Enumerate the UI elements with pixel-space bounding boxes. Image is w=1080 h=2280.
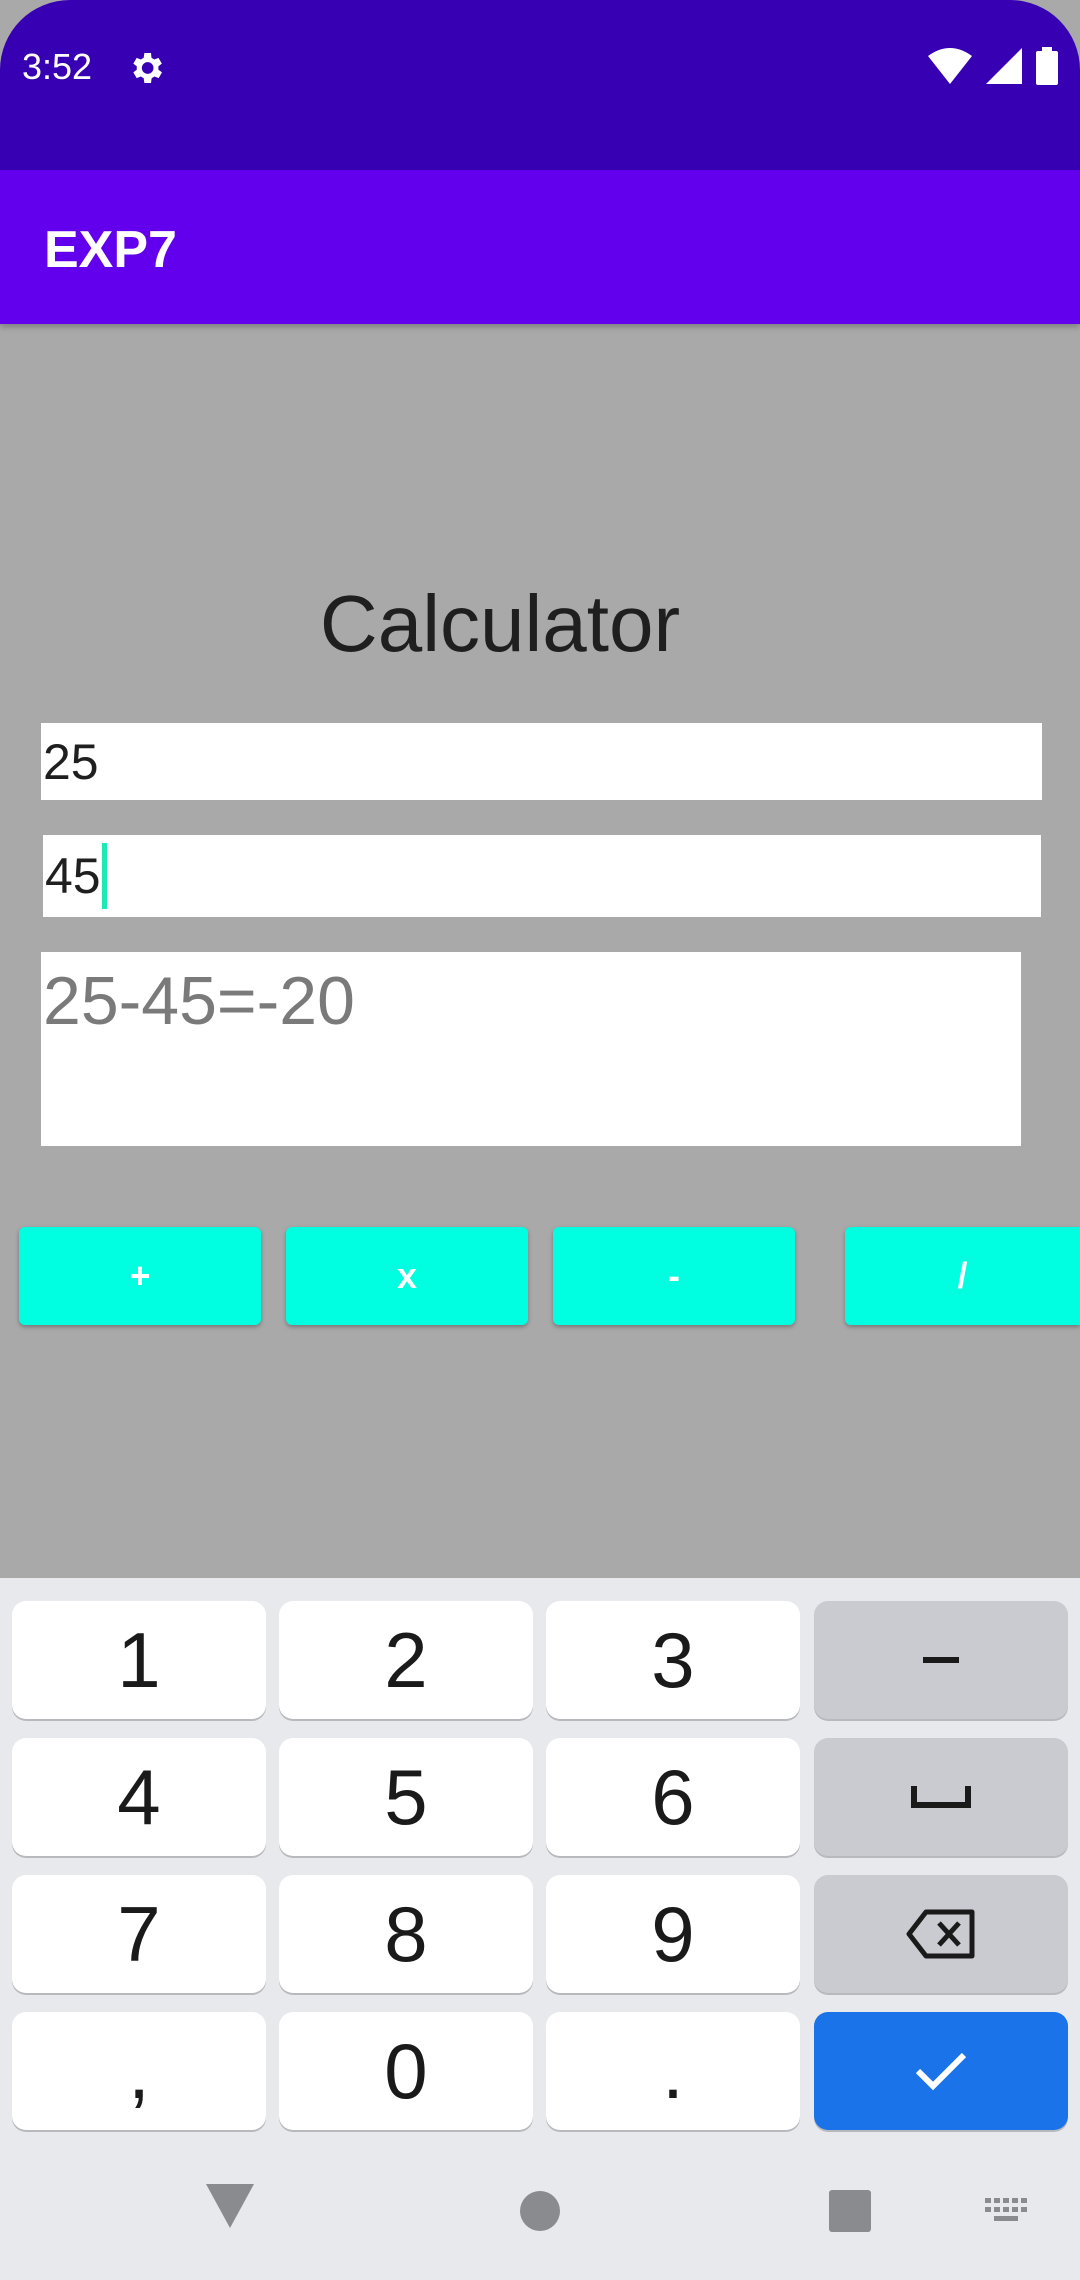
keyboard-switch-icon[interactable] xyxy=(985,2198,1029,2226)
second-number-input[interactable]: 45 xyxy=(43,835,1041,917)
key-7[interactable]: 7 xyxy=(12,1875,266,1993)
key-5[interactable]: 5 xyxy=(279,1738,533,1856)
key-backspace[interactable] xyxy=(814,1875,1068,1993)
checkmark-icon xyxy=(915,2052,967,2091)
status-icons xyxy=(928,46,1058,86)
key-space[interactable] xyxy=(814,1738,1068,1856)
key-comma[interactable]: , xyxy=(12,2012,266,2130)
key-2[interactable]: 2 xyxy=(279,1601,533,1719)
status-bar: 3:52 xyxy=(0,0,1080,170)
cell-signal-icon xyxy=(986,48,1022,84)
settings-gear-icon xyxy=(133,53,162,83)
backspace-icon xyxy=(906,1909,975,1959)
recents-square-icon[interactable] xyxy=(829,2190,871,2232)
back-triangle-icon[interactable] xyxy=(206,2184,254,2228)
first-number-value: 25 xyxy=(43,733,99,790)
key-9[interactable]: 9 xyxy=(546,1875,800,1993)
wifi-icon xyxy=(928,48,972,84)
second-number-value: 45 xyxy=(45,848,101,904)
result-display: 25-45=-20 xyxy=(41,952,1021,1146)
add-button[interactable]: + xyxy=(19,1227,261,1325)
divide-button[interactable]: / xyxy=(845,1227,1080,1325)
navigation-bar xyxy=(0,2148,1080,2280)
app-title: EXP7 xyxy=(44,221,177,279)
multiply-button[interactable]: x xyxy=(286,1227,528,1325)
app-bar: EXP7 xyxy=(0,170,1080,324)
subtract-button[interactable]: - xyxy=(553,1227,795,1325)
key-done[interactable] xyxy=(814,2012,1068,2130)
status-time: 3:52 xyxy=(22,46,93,87)
calculator-heading: Calculator xyxy=(319,579,681,668)
key-0[interactable]: 0 xyxy=(279,2012,533,2130)
minus-icon xyxy=(923,1657,959,1663)
battery-icon xyxy=(1036,47,1058,85)
key-1[interactable]: 1 xyxy=(12,1601,266,1719)
first-number-input[interactable]: 25 xyxy=(41,723,1042,800)
space-icon xyxy=(911,1786,971,1808)
text-cursor xyxy=(101,843,107,909)
key-6[interactable]: 6 xyxy=(546,1738,800,1856)
key-minus[interactable] xyxy=(814,1601,1068,1719)
key-8[interactable]: 8 xyxy=(279,1875,533,1993)
key-period[interactable]: . xyxy=(546,2012,800,2130)
key-3[interactable]: 3 xyxy=(546,1601,800,1719)
numeric-keyboard: 1 2 3 4 5 6 7 8 9 , 0 . xyxy=(0,1578,1080,2280)
home-circle-icon[interactable] xyxy=(519,2190,561,2232)
key-4[interactable]: 4 xyxy=(12,1738,266,1856)
